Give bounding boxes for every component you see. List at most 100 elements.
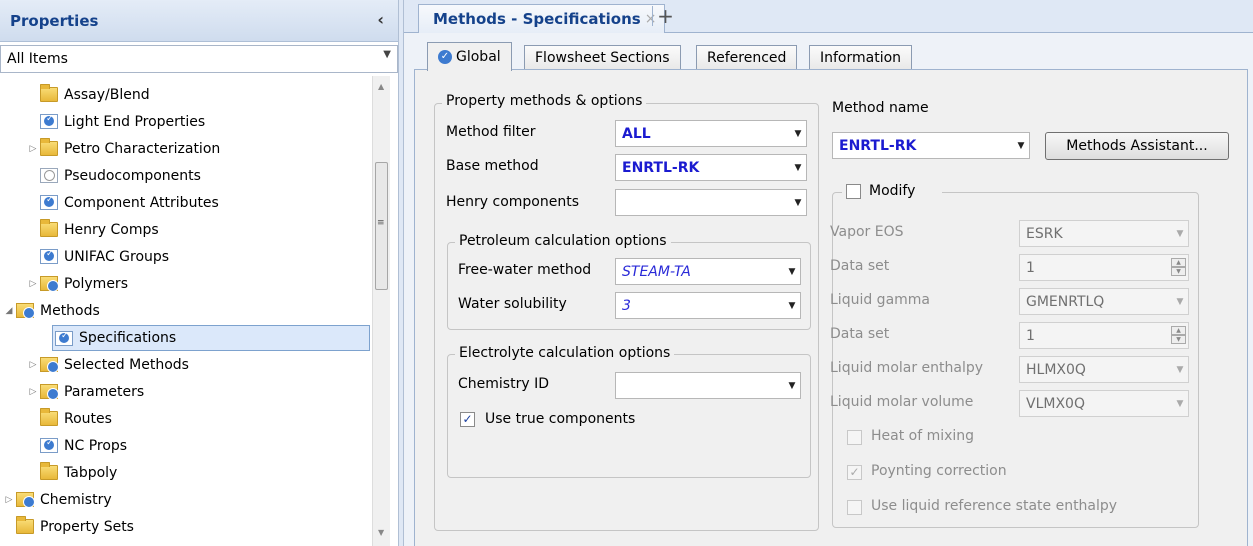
tree-item-label: Selected Methods <box>64 356 189 373</box>
liquid-molar-volume-value: VLMX0Q <box>1026 395 1085 412</box>
poynting-correction-label: Poynting correction <box>871 463 1007 479</box>
check-sheet-icon <box>40 195 58 210</box>
tab-information[interactable]: Information <box>809 45 913 70</box>
tree-item-petro-characterization[interactable]: ▷ Petro Characterization <box>26 135 220 162</box>
items-filter-select[interactable]: All Items ▼ <box>0 45 398 73</box>
expand-arrow-icon[interactable]: ▷ <box>2 495 16 505</box>
liquid-reference-enthalpy-checkbox[interactable] <box>847 500 862 515</box>
method-name-select[interactable]: ENRTL-RK ▼ <box>832 132 1030 159</box>
data-set-spinner-2[interactable]: 1 ▲ ▼ <box>1019 322 1189 349</box>
tree-item-label: Tabpoly <box>64 464 118 481</box>
tree-item-henry-comps[interactable]: Henry Comps <box>40 216 159 243</box>
tab-referenced[interactable]: Referenced <box>696 45 798 70</box>
chevron-down-icon[interactable]: ▼ <box>1172 365 1188 375</box>
liquid-molar-enthalpy-select[interactable]: HLMX0Q ▼ <box>1019 356 1189 383</box>
expand-arrow-icon[interactable]: ▷ <box>26 279 40 289</box>
chevron-down-icon[interactable]: ▼ <box>1172 229 1188 239</box>
chevron-down-icon[interactable]: ▼ <box>383 49 391 60</box>
grip-icon: ≡ <box>377 218 385 228</box>
check-sheet-icon <box>40 114 58 129</box>
expand-arrow-icon[interactable]: ▷ <box>26 360 40 370</box>
tree-item-routes[interactable]: Routes <box>40 405 112 432</box>
tree-item-pseudocomponents[interactable]: Pseudocomponents <box>40 162 201 189</box>
heat-of-mixing-checkbox[interactable] <box>847 430 862 445</box>
tree-item-label: Routes <box>64 410 112 427</box>
expand-arrow-icon[interactable]: ▷ <box>26 387 40 397</box>
henry-components-select[interactable]: ▼ <box>615 189 807 216</box>
data-set-value-2: 1 <box>1026 327 1035 344</box>
data-set-label-2: Data set <box>830 326 890 342</box>
tree-item-label: Assay/Blend <box>64 86 150 103</box>
petroleum-options-legend: Petroleum calculation options <box>455 233 671 249</box>
property-methods-legend: Property methods & options <box>442 93 647 109</box>
free-water-method-select[interactable]: STEAM-TA ▼ <box>615 258 801 285</box>
chevron-down-icon[interactable]: ▼ <box>784 301 800 311</box>
data-set-spinner-1[interactable]: 1 ▲ ▼ <box>1019 254 1189 281</box>
poynting-correction-checkbox[interactable]: ✓ <box>847 465 862 480</box>
checked-folder-icon <box>40 384 59 400</box>
chevron-down-icon[interactable]: ▼ <box>790 163 806 173</box>
base-method-label: Base method <box>446 158 539 174</box>
liquid-molar-volume-select[interactable]: VLMX0Q ▼ <box>1019 390 1189 417</box>
collapse-arrow-icon[interactable]: ◢ <box>2 306 16 316</box>
tree-item-unifac-groups[interactable]: UNIFAC Groups <box>40 243 169 270</box>
tab-label: Referenced <box>707 50 787 66</box>
liquid-gamma-select[interactable]: GMENRTLQ ▼ <box>1019 288 1189 315</box>
folder-icon <box>40 138 58 156</box>
document-content: ✓ Global Flowsheet Sections Referenced I… <box>404 33 1253 546</box>
tree-scrollbar[interactable]: ▲ ≡ ▼ <box>372 76 390 546</box>
tree-item-label: NC Props <box>64 437 128 454</box>
tree-item-chemistry[interactable]: ▷ Chemistry <box>2 486 112 513</box>
chevron-down-icon[interactable]: ▼ <box>1172 297 1188 307</box>
method-filter-select[interactable]: ALL ▼ <box>615 120 807 147</box>
use-true-components-checkbox[interactable]: ✓ <box>460 412 475 427</box>
modify-checkbox[interactable] <box>846 184 861 199</box>
tree-item-light-end-properties[interactable]: Light End Properties <box>40 108 205 135</box>
chemistry-id-label: Chemistry ID <box>458 376 549 392</box>
tree-item-polymers[interactable]: ▷ Polymers <box>26 270 128 297</box>
chevron-down-icon[interactable]: ▼ <box>1013 141 1029 151</box>
chemistry-id-select[interactable]: ▼ <box>615 372 801 399</box>
vapor-eos-select[interactable]: ESRK ▼ <box>1019 220 1189 247</box>
chevron-down-icon[interactable]: ▼ <box>790 129 806 139</box>
add-tab-icon[interactable]: + <box>652 6 674 26</box>
free-water-method-label: Free-water method <box>458 262 592 278</box>
folder-icon <box>40 462 58 480</box>
liquid-reference-enthalpy-label: Use liquid reference state enthalpy <box>871 498 1118 514</box>
tree-item-label: Light End Properties <box>64 113 206 130</box>
use-true-components-label: Use true components <box>485 411 636 427</box>
spinner-icon[interactable]: ▲ ▼ <box>1171 326 1186 345</box>
methods-assistant-button[interactable]: Methods Assistant... <box>1045 132 1229 160</box>
spinner-icon[interactable]: ▲ ▼ <box>1171 258 1186 277</box>
tab-methods-specifications[interactable]: Methods - Specifications × <box>418 4 666 33</box>
tree-item-parameters[interactable]: ▷ Parameters <box>26 378 144 405</box>
scrollbar-thumb[interactable]: ≡ <box>375 162 388 290</box>
tree-item-label: Petro Characterization <box>64 140 221 157</box>
chevron-down-icon[interactable]: ▼ <box>784 381 800 391</box>
tree-item-component-attributes[interactable]: Component Attributes <box>40 189 219 216</box>
tree-item-tabpoly[interactable]: Tabpoly <box>40 459 117 486</box>
tree-item-selected-methods[interactable]: ▷ Selected Methods <box>26 351 189 378</box>
collapse-panel-icon[interactable]: ‹ <box>377 10 384 29</box>
folder-icon <box>40 408 58 426</box>
tree-item-label: Pseudocomponents <box>64 167 201 184</box>
chevron-down-icon[interactable]: ▼ <box>784 267 800 277</box>
folder-icon <box>40 84 58 102</box>
scroll-up-icon[interactable]: ▲ <box>378 82 384 91</box>
tab-global[interactable]: ✓ Global <box>427 42 512 71</box>
heat-of-mixing-label: Heat of mixing <box>871 428 975 444</box>
chevron-down-icon[interactable]: ▼ <box>790 198 806 208</box>
tree-item-methods[interactable]: ◢ Methods <box>2 297 100 324</box>
scroll-down-icon[interactable]: ▼ <box>378 528 384 537</box>
base-method-select[interactable]: ENRTL-RK ▼ <box>615 154 807 181</box>
navigation-tree: Assay/Blend Light End Properties ▷ Petro… <box>0 76 372 546</box>
expand-arrow-icon[interactable]: ▷ <box>26 144 40 154</box>
tree-item-specifications[interactable]: Specifications <box>52 325 370 351</box>
tree-item-property-sets[interactable]: Property Sets <box>16 513 134 540</box>
tree-item-assay-blend[interactable]: Assay/Blend <box>40 81 150 108</box>
tree-item-label: Chemistry <box>40 491 112 508</box>
tab-flowsheet-sections[interactable]: Flowsheet Sections <box>524 45 681 70</box>
tree-item-nc-props[interactable]: NC Props <box>40 432 127 459</box>
water-solubility-select[interactable]: 3 ▼ <box>615 292 801 319</box>
chevron-down-icon[interactable]: ▼ <box>1172 399 1188 409</box>
